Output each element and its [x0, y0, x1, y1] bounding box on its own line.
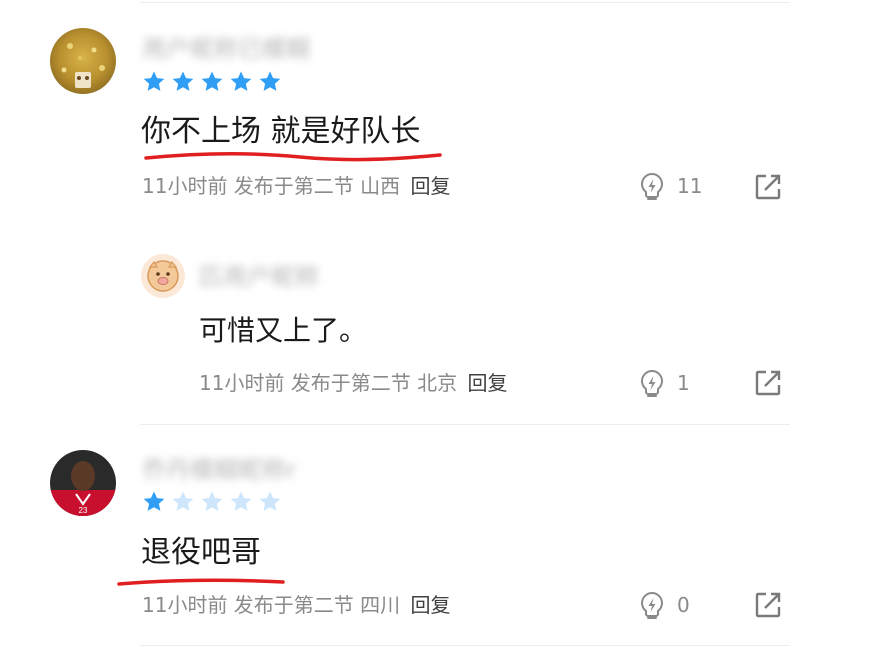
- share-button[interactable]: [753, 368, 783, 398]
- star-icon: [143, 491, 165, 511]
- user-avatar[interactable]: [50, 28, 116, 94]
- share-button[interactable]: [753, 172, 783, 202]
- bottom-divider: [140, 645, 790, 646]
- reply-user-avatar[interactable]: [141, 254, 185, 298]
- share-arrow-icon: [755, 370, 781, 396]
- like-button[interactable]: 11: [637, 171, 702, 201]
- like-button[interactable]: 0: [637, 590, 690, 620]
- like-count: 0: [677, 593, 690, 617]
- lightning-bulb-icon: [641, 591, 663, 619]
- meta-info: 11小时前 发布于第二节 北京: [199, 371, 458, 395]
- reply-button[interactable]: 回复: [468, 371, 508, 395]
- lightning-bulb-icon: [641, 369, 663, 397]
- share-arrow-icon: [755, 592, 781, 618]
- meta-info: 11小时前 发布于第二节 四川: [142, 593, 401, 617]
- svg-text:23: 23: [79, 506, 88, 515]
- lightning-bulb-icon: [641, 172, 663, 200]
- meta-info: 11小时前 发布于第二节 山西: [142, 174, 401, 198]
- star-icon: [201, 71, 223, 91]
- comment-divider: [140, 424, 790, 425]
- reply-button[interactable]: 回复: [411, 174, 451, 198]
- reply-meta: 11小时前 发布于第二节 北京 回复: [199, 369, 508, 397]
- username[interactable]: 乔丹模糊昵称r: [142, 457, 296, 483]
- comment-meta: 11小时前 发布于第二节 山西 回复: [142, 172, 451, 200]
- reply-text: 可惜又上了。: [199, 314, 368, 347]
- share-arrow-icon: [755, 174, 781, 200]
- rating-stars: [142, 70, 282, 94]
- red-underline-annotation: [117, 578, 285, 586]
- star-icon: [230, 491, 252, 511]
- user-avatar[interactable]: 23: [50, 450, 116, 516]
- star-icon: [230, 71, 252, 91]
- username[interactable]: 用户昵称已模糊: [142, 36, 310, 62]
- like-count: 1: [677, 371, 690, 395]
- reply-button[interactable]: 回复: [411, 593, 451, 617]
- star-icon: [143, 71, 165, 91]
- star-icon: [259, 491, 281, 511]
- star-icon: [201, 491, 223, 511]
- rating-stars: [142, 490, 282, 514]
- comment-text: 退役吧哥: [141, 535, 261, 570]
- star-icon: [172, 491, 194, 511]
- reply-username[interactable]: 匹用户昵称: [199, 264, 319, 290]
- star-icon: [172, 71, 194, 91]
- share-button[interactable]: [753, 590, 783, 620]
- like-button[interactable]: 1: [637, 368, 690, 398]
- comment-meta: 11小时前 发布于第二节 四川 回复: [142, 591, 451, 619]
- top-divider: [140, 2, 790, 3]
- like-count: 11: [677, 174, 703, 198]
- star-icon: [259, 71, 281, 91]
- red-underline-annotation: [144, 151, 442, 162]
